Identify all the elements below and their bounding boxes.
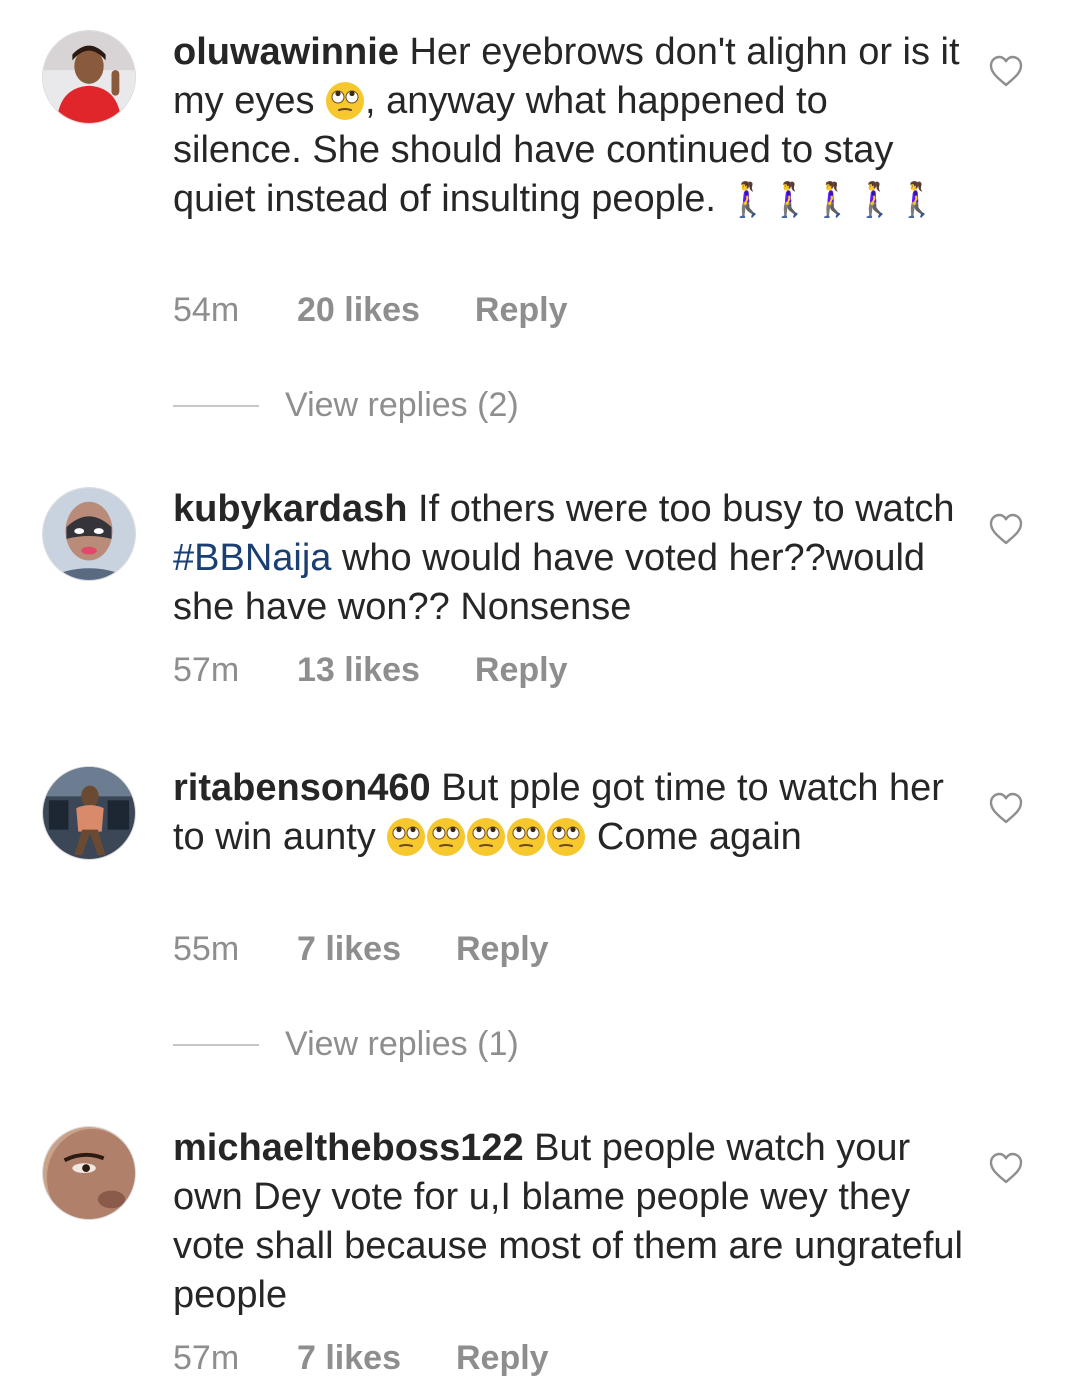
view-replies-button[interactable]: View replies (2) [173,386,519,425]
view-replies-button[interactable]: View replies (1) [173,1025,519,1064]
timestamp: 57m [173,1339,240,1377]
reply-button[interactable]: Reply [456,929,549,969]
comment-text: michaeltheboss122 But people watch your … [173,1124,963,1320]
likes-count[interactable]: 7 likes [297,1338,401,1378]
comment-text: kubykardash If others were too busy to w… [173,485,963,632]
timestamp: 54m [173,291,240,329]
comment-text: oluwawinnie Her eyebrows don't alighn or… [173,28,963,224]
username[interactable]: michaeltheboss122 [173,1127,524,1169]
heart-outline-icon[interactable] [988,512,1024,546]
face-with-rolling-eyes-emoji [466,817,506,857]
face-with-rolling-eyes-emoji [546,817,586,857]
heart-outline-icon[interactable] [988,791,1024,825]
woman-walking-emoji: 🚶‍♀️🚶‍♀️🚶‍♀️🚶‍♀️🚶‍♀️ [726,181,939,219]
comment-body-part: Come again [586,816,802,858]
hashtag-link[interactable]: #BBNaija [173,537,331,579]
comment-meta: 57m 7 likes Reply [173,1338,549,1378]
comment-meta: 55m 7 likes Reply [173,929,549,969]
timestamp: 55m [173,930,240,968]
reply-button[interactable]: Reply [475,290,568,330]
avatar[interactable] [42,1126,136,1220]
comment-text: ritabenson460 But pple got time to watch… [173,764,963,862]
face-with-rolling-eyes-emoji [386,817,426,857]
face-with-rolling-eyes-emoji [426,817,466,857]
avatar[interactable] [42,766,136,860]
timestamp: 57m [173,651,240,689]
likes-count[interactable]: 13 likes [297,650,420,690]
view-replies-label: View replies (2) [285,386,519,424]
username[interactable]: oluwawinnie [173,31,399,73]
username[interactable]: kubykardash [173,488,407,530]
avatar[interactable] [42,487,136,581]
avatar[interactable] [42,30,136,124]
reply-button[interactable]: Reply [456,1338,549,1378]
heart-outline-icon[interactable] [988,1151,1024,1185]
divider-line [173,404,259,407]
face-with-rolling-eyes-emoji [506,817,546,857]
view-replies-label: View replies (1) [285,1025,519,1063]
comment-meta: 57m 13 likes Reply [173,650,567,690]
face-with-rolling-eyes-emoji [325,81,365,121]
divider-line [173,1043,259,1046]
comment-body-part: If others were too busy to watch [418,488,955,530]
likes-count[interactable]: 7 likes [297,929,401,969]
comment-meta: 54m 20 likes Reply [173,290,567,330]
username[interactable]: ritabenson460 [173,767,431,809]
likes-count[interactable]: 20 likes [297,290,420,330]
heart-outline-icon[interactable] [988,54,1024,88]
reply-button[interactable]: Reply [475,650,568,690]
